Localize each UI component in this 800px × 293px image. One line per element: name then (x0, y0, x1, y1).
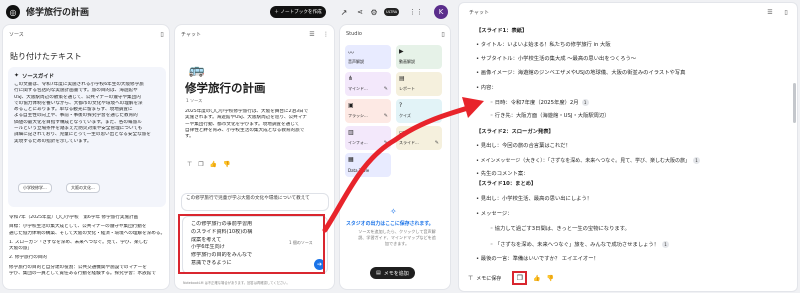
red-arrow-annotation (322, 97, 484, 233)
arrow-head (462, 97, 484, 118)
arrow-curve (322, 105, 471, 233)
